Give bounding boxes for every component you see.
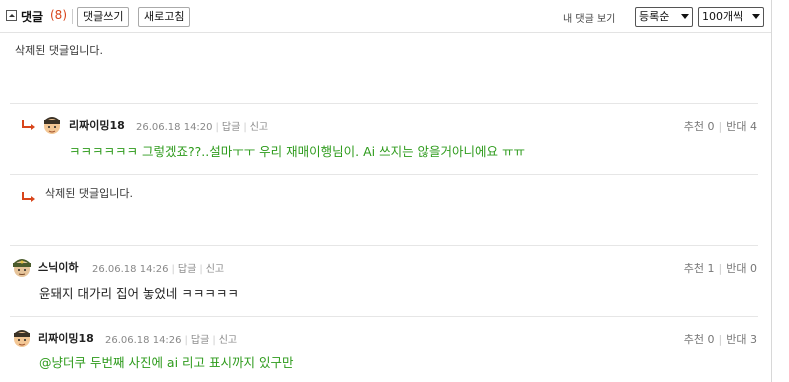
comment-nickname[interactable]: 리짜이밍18: [38, 330, 94, 346]
comment-meta: 26.06.18 14:26 | 답글 | 신고: [92, 264, 225, 275]
recommend-label: 추천: [683, 333, 705, 346]
comment-date: 26.06.18 14:20: [136, 122, 213, 133]
my-comments-link[interactable]: 내 댓글 보기: [563, 10, 615, 25]
oppose-label: 반대: [726, 262, 747, 275]
avatar[interactable]: [11, 327, 33, 349]
deleted-comment: 삭제된 댓글입니다.: [45, 187, 133, 200]
vote-box: 추천 1 | 반대 0: [683, 262, 757, 275]
avatar[interactable]: [41, 114, 63, 136]
vote-box: 추천 0 | 반대 4: [683, 120, 757, 133]
per-page-select-value: 100개씩: [702, 10, 744, 23]
per-page-select[interactable]: 100개씩: [698, 7, 764, 27]
chevron-down-icon: [681, 14, 689, 19]
comment-nickname[interactable]: 리짜이밍18: [69, 117, 125, 133]
divider: [10, 103, 758, 104]
recommend-button[interactable]: 추천 0: [684, 333, 715, 346]
oppose-count: 3: [750, 333, 757, 346]
oppose-button[interactable]: 반대 4: [726, 120, 757, 133]
comment-text: 윤돼지 대가리 집어 놓었네 ㅋㅋㅋㅋㅋ: [39, 286, 239, 301]
report-link[interactable]: 신고: [250, 122, 268, 133]
comment-text: ㅋㅋㅋㅋㅋㅋ 그렇겠죠??..설마ㅜㅜ 우리 재매이행님이. Ai 쓰지는 않을…: [69, 144, 526, 159]
comment-meta: 26.06.18 14:20 | 답글 | 신고: [136, 122, 269, 133]
collapse-icon[interactable]: [6, 10, 17, 21]
reply-arrow-icon: [22, 120, 35, 130]
comment-title: 댓글: [21, 10, 44, 24]
recommend-count: 0: [707, 120, 715, 133]
write-comment-button[interactable]: 댓글쓰기: [77, 7, 130, 27]
reply-link[interactable]: 답글: [191, 335, 209, 346]
sort-select-value: 등록순: [639, 10, 670, 23]
oppose-button[interactable]: 반대 3: [726, 333, 757, 346]
sort-select[interactable]: 등록순: [635, 7, 693, 27]
recommend-button[interactable]: 추천 1: [684, 262, 715, 275]
recommend-button[interactable]: 추천 0: [684, 120, 715, 133]
deleted-comment: 삭제된 댓글입니다.: [15, 44, 103, 57]
reply-arrow-icon: [22, 192, 35, 202]
oppose-label: 반대: [726, 120, 747, 133]
comment-count: (8): [50, 8, 67, 22]
recommend-label: 추천: [683, 120, 705, 133]
comment-date: 26.06.18 14:26: [105, 335, 182, 346]
oppose-button[interactable]: 반대 0: [726, 262, 757, 275]
divider: [10, 174, 758, 175]
divider: [72, 9, 73, 24]
oppose-label: 반대: [726, 333, 747, 346]
avatar[interactable]: [11, 256, 33, 278]
comment-text: @냥더쿠 두번째 사진에 ai 리고 표시까지 있구만: [39, 355, 294, 370]
comment-meta: 26.06.18 14:26 | 답글 | 신고: [105, 335, 238, 346]
comment-date: 26.06.18 14:26: [92, 264, 169, 275]
report-link[interactable]: 신고: [219, 335, 237, 346]
comment-nickname[interactable]: 스닉이하: [38, 259, 78, 275]
report-link[interactable]: 신고: [206, 264, 224, 275]
vote-box: 추천 0 | 반대 3: [683, 333, 757, 346]
recommend-label: 추천: [683, 262, 705, 275]
chevron-down-icon: [752, 14, 760, 19]
comment-header: 댓글 (8) 댓글쓰기 새로고침 내 댓글 보기 등록순 100개씩: [0, 0, 771, 33]
refresh-button[interactable]: 새로고침: [138, 7, 191, 27]
comment-panel: 댓글 (8) 댓글쓰기 새로고침 내 댓글 보기 등록순 100개씩 삭제된 댓…: [0, 0, 772, 382]
reply-link[interactable]: 답글: [222, 122, 240, 133]
reply-link[interactable]: 답글: [178, 264, 196, 275]
divider: [10, 245, 758, 246]
divider: [10, 316, 758, 317]
recommend-count: 0: [707, 333, 715, 346]
recommend-count: 1: [707, 262, 715, 275]
oppose-count: 4: [750, 120, 757, 133]
oppose-count: 0: [750, 262, 757, 275]
